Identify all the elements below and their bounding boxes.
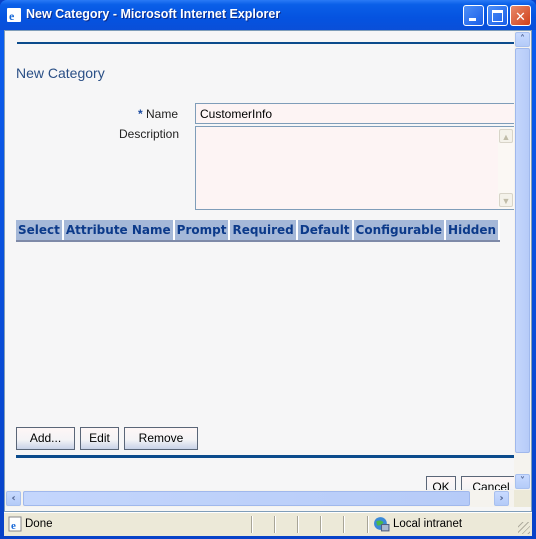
horizontal-scroll-thumb[interactable] <box>23 491 470 506</box>
bottom-divider <box>16 455 514 458</box>
edit-button[interactable]: Edit <box>80 427 119 450</box>
scroll-left-arrow-icon[interactable]: ‹ <box>6 491 21 506</box>
attributes-table: Select Attribute Name Prompt Required De… <box>16 220 501 242</box>
browser-window: e New Category - Microsoft Internet Expl… <box>0 0 536 539</box>
minimize-icon <box>469 18 476 21</box>
close-button[interactable]: ✕ <box>510 5 531 26</box>
name-label: * Name <box>138 107 178 121</box>
window-title: New Category - Microsoft Internet Explor… <box>26 7 281 21</box>
scroll-down-icon[interactable]: ▼ <box>499 193 513 207</box>
remove-button[interactable]: Remove <box>124 427 198 450</box>
status-text: Done <box>25 518 53 530</box>
scroll-up-icon[interactable]: ▲ <box>499 129 513 143</box>
status-separator <box>343 516 345 533</box>
status-separator <box>320 516 322 533</box>
status-separator <box>251 516 253 533</box>
maximize-button[interactable] <box>487 5 508 26</box>
column-hidden[interactable]: Hidden <box>445 220 501 242</box>
title-bar[interactable]: e New Category - Microsoft Internet Expl… <box>0 0 536 30</box>
ok-button[interactable]: OK <box>426 476 456 490</box>
page-content: New Category * Name Description ▲ ▼ Sele… <box>5 31 514 490</box>
scrollbar-corner <box>514 490 531 507</box>
maximize-icon <box>492 10 503 22</box>
status-separator <box>274 516 276 533</box>
horizontal-scrollbar[interactable]: ‹ › <box>5 490 514 507</box>
browser-viewport: New Category * Name Description ▲ ▼ Sele… <box>4 30 532 512</box>
vertical-scrollbar[interactable]: ˄ ˅ <box>514 31 531 490</box>
cancel-button[interactable]: Cancel <box>461 476 514 490</box>
intranet-icon <box>374 517 390 532</box>
status-separator <box>367 516 369 533</box>
zone-text: Local intranet <box>393 518 463 530</box>
description-scrollbar[interactable]: ▲ ▼ <box>498 127 514 209</box>
page-title: New Category <box>16 65 105 81</box>
resize-grip-icon[interactable] <box>518 522 530 534</box>
column-prompt[interactable]: Prompt <box>173 220 231 242</box>
status-separator <box>297 516 299 533</box>
status-bar: e Done Local intranet <box>4 512 532 536</box>
description-label: Description <box>119 127 180 141</box>
add-button[interactable]: Add... <box>16 427 75 450</box>
svg-text:e: e <box>9 9 15 23</box>
scroll-down-arrow-icon[interactable]: ˅ <box>515 474 530 489</box>
ie-page-icon: e <box>8 516 22 532</box>
column-default[interactable]: Default <box>296 220 354 242</box>
table-header-row: Select Attribute Name Prompt Required De… <box>16 220 501 242</box>
column-select[interactable]: Select <box>16 220 64 242</box>
column-attribute-name[interactable]: Attribute Name <box>62 220 175 242</box>
column-required[interactable]: Required <box>229 220 298 242</box>
required-marker: * <box>138 107 143 121</box>
description-textarea[interactable]: ▲ ▼ <box>195 126 514 210</box>
vertical-scroll-thumb[interactable] <box>515 48 530 453</box>
name-input[interactable] <box>195 103 514 124</box>
scroll-right-arrow-icon[interactable]: › <box>494 491 509 506</box>
svg-text:e: e <box>11 520 16 532</box>
column-configurable[interactable]: Configurable <box>352 220 447 242</box>
ie-icon: e <box>7 8 21 23</box>
top-divider <box>17 42 514 44</box>
close-icon: ✕ <box>515 10 526 25</box>
name-label-text: Name <box>146 107 179 121</box>
minimize-button[interactable] <box>463 5 484 26</box>
scroll-up-arrow-icon[interactable]: ˄ <box>515 32 530 47</box>
